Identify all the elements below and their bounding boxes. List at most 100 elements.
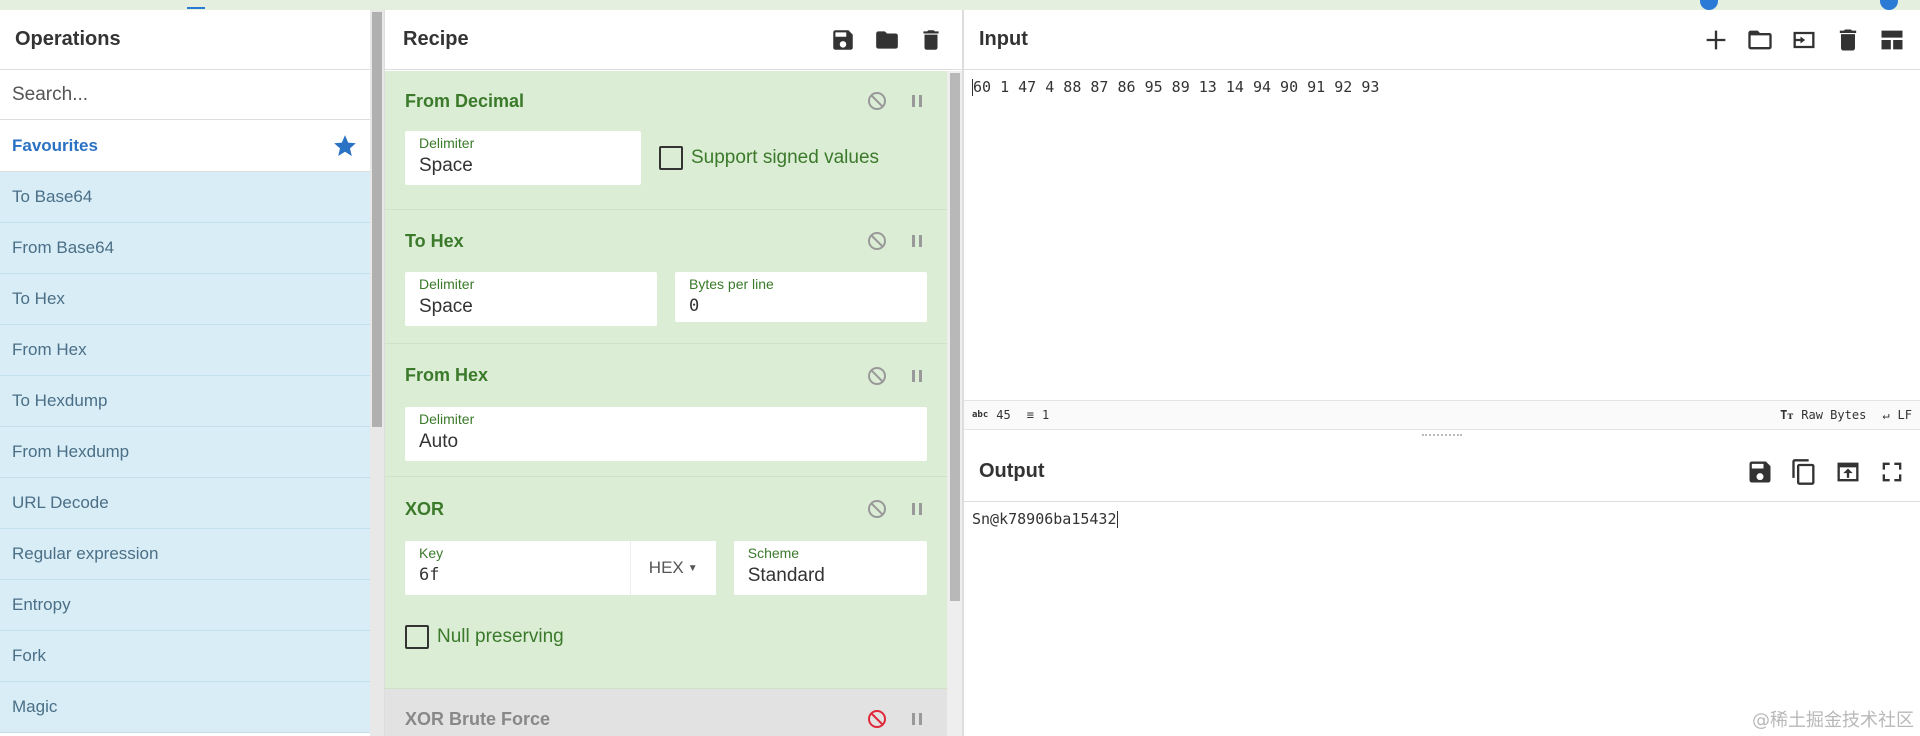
input-textarea[interactable]: 60 1 47 4 88 87 86 95 89 13 14 94 90 91 … — [964, 70, 1920, 400]
null-preserving-checkbox[interactable]: Null preserving — [405, 625, 927, 649]
pause-icon[interactable] — [907, 709, 927, 729]
copy-icon[interactable] — [1790, 458, 1818, 486]
recipe-header: Recipe — [385, 10, 962, 70]
eol-value[interactable]: LF — [1898, 408, 1912, 422]
key-format-label: HEX — [648, 558, 684, 577]
operations-search-input[interactable]: Search... — [0, 70, 370, 120]
delimiter-field[interactable]: Delimiter Space — [405, 272, 657, 326]
key-field[interactable]: Key 6f HEX ▼ — [405, 541, 716, 595]
op-controls — [867, 499, 927, 519]
star-icon — [334, 134, 356, 156]
op-header: XOR Brute Force — [405, 689, 927, 736]
scrollbar-thumb[interactable] — [950, 73, 960, 601]
operation-to-hex[interactable]: To Hex — [0, 274, 370, 325]
delimiter-field[interactable]: Delimiter Auto — [405, 407, 927, 461]
disable-icon[interactable] — [867, 231, 887, 251]
output-toolbar — [1746, 458, 1906, 486]
op-title: XOR — [405, 498, 445, 519]
recipe-op-xor[interactable]: XOR Key 6f HEX ▼ Scheme Standard Null pr… — [385, 477, 947, 689]
operation-from-hex[interactable]: From Hex — [0, 325, 370, 376]
save-output-icon[interactable] — [1746, 458, 1774, 486]
operation-regular-expression[interactable]: Regular expression — [0, 529, 370, 580]
checkbox-box[interactable] — [405, 625, 429, 649]
trash-icon[interactable] — [918, 27, 944, 53]
eol-icon[interactable]: ↵ — [1882, 408, 1889, 422]
operation-from-hexdump[interactable]: From Hexdump — [0, 427, 370, 478]
clear-input-icon[interactable] — [1834, 26, 1862, 54]
operation-from-base64[interactable]: From Base64 — [0, 223, 370, 274]
pause-icon[interactable] — [907, 366, 927, 386]
scheme-field[interactable]: Scheme Standard — [733, 541, 927, 595]
save-icon[interactable] — [830, 27, 856, 53]
disable-icon[interactable] — [867, 366, 887, 386]
op-header: From Hex — [405, 344, 927, 407]
checkbox-label: Support signed values — [691, 147, 880, 168]
open-file-icon[interactable] — [1790, 26, 1818, 54]
operation-fork[interactable]: Fork — [0, 631, 370, 682]
operations-scrollbar[interactable] — [370, 10, 384, 736]
pause-icon[interactable] — [907, 231, 927, 251]
delimiter-field[interactable]: Delimiter Space — [405, 131, 641, 185]
field-label: Delimiter — [419, 276, 475, 292]
op-header: From Decimal — [405, 71, 927, 131]
recipe-op-xor-brute-force[interactable]: XOR Brute Force — [385, 689, 947, 736]
add-tab-icon[interactable] — [1702, 26, 1730, 54]
output-text: Sn@k78906ba15432 — [972, 510, 1117, 528]
output-header: Output — [964, 442, 1920, 502]
scrollbar-thumb[interactable] — [372, 12, 382, 427]
input-length: 45 — [996, 408, 1011, 422]
operations-title: Operations — [0, 10, 370, 70]
op-controls — [867, 231, 927, 251]
operation-entropy[interactable]: Entropy — [0, 580, 370, 631]
lines-icon: ≡ — [1026, 408, 1034, 422]
operation-to-hexdump[interactable]: To Hexdump — [0, 376, 370, 427]
recipe-op-from-hex[interactable]: From Hex Delimiter Auto — [385, 344, 947, 477]
help-icon[interactable] — [1880, 0, 1898, 10]
recipe-op-from-decimal[interactable]: From Decimal Delimiter Space Support sig… — [385, 71, 947, 210]
op-header: To Hex — [405, 210, 927, 272]
pause-icon[interactable] — [907, 91, 927, 111]
operations-panel: Operations Search... Favourites To Base6… — [0, 10, 370, 736]
encoding-value[interactable]: Raw Bytes — [1801, 408, 1866, 422]
field-label: Delimiter — [419, 411, 475, 427]
operation-to-base64[interactable]: To Base64 — [0, 172, 370, 223]
disable-icon[interactable] — [867, 91, 887, 111]
options-icon[interactable] — [1700, 0, 1718, 10]
bytes-per-line-field[interactable]: Bytes per line 0 — [675, 272, 927, 322]
length-icon: abc — [972, 410, 989, 420]
caret-down-icon: ▼ — [687, 562, 698, 574]
op-header: XOR — [405, 477, 927, 541]
open-folder-icon[interactable] — [1746, 26, 1774, 54]
field-value: Auto — [419, 431, 459, 452]
io-resize-handle[interactable] — [964, 430, 1920, 442]
output-area[interactable]: Sn@k78906ba15432 — [964, 502, 1920, 536]
field-value: 0 — [689, 296, 700, 316]
field-label: Bytes per line — [689, 276, 774, 292]
recipe-op-to-hex[interactable]: To Hex Delimiter Space Bytes per line 0 — [385, 210, 947, 344]
operation-url-decode[interactable]: URL Decode — [0, 478, 370, 529]
folder-icon[interactable] — [874, 27, 900, 53]
operation-magic[interactable]: Magic — [0, 682, 370, 733]
op-controls — [867, 366, 927, 386]
disable-icon[interactable] — [867, 709, 887, 729]
replace-input-icon[interactable] — [1834, 458, 1862, 486]
output-title: Output — [979, 460, 1045, 482]
signed-values-checkbox[interactable]: Support signed values — [659, 146, 879, 170]
op-controls — [867, 91, 927, 111]
favourites-category[interactable]: Favourites — [0, 120, 370, 172]
op-controls — [867, 709, 927, 729]
watermark: @稀土掘金技术社区 — [1752, 710, 1914, 731]
field-value: Standard — [747, 565, 825, 586]
disable-icon[interactable] — [867, 499, 887, 519]
text-encoding-icon[interactable]: Tᴛ — [1780, 408, 1793, 423]
key-format-dropdown[interactable]: HEX ▼ — [629, 541, 716, 595]
pause-icon[interactable] — [907, 499, 927, 519]
checkbox-box[interactable] — [659, 146, 683, 170]
io-panel: Input 60 1 47 4 88 87 86 95 89 13 14 94 … — [962, 10, 1920, 736]
field-value: Space — [419, 155, 473, 176]
layout-icon[interactable] — [1878, 26, 1906, 54]
recipe-scrollbar[interactable] — [947, 71, 963, 736]
maximise-icon[interactable] — [1878, 458, 1906, 486]
recipe-title: Recipe — [403, 28, 469, 50]
recipe-panel: Recipe From Decimal Delimiter Space Supp… — [384, 10, 963, 736]
